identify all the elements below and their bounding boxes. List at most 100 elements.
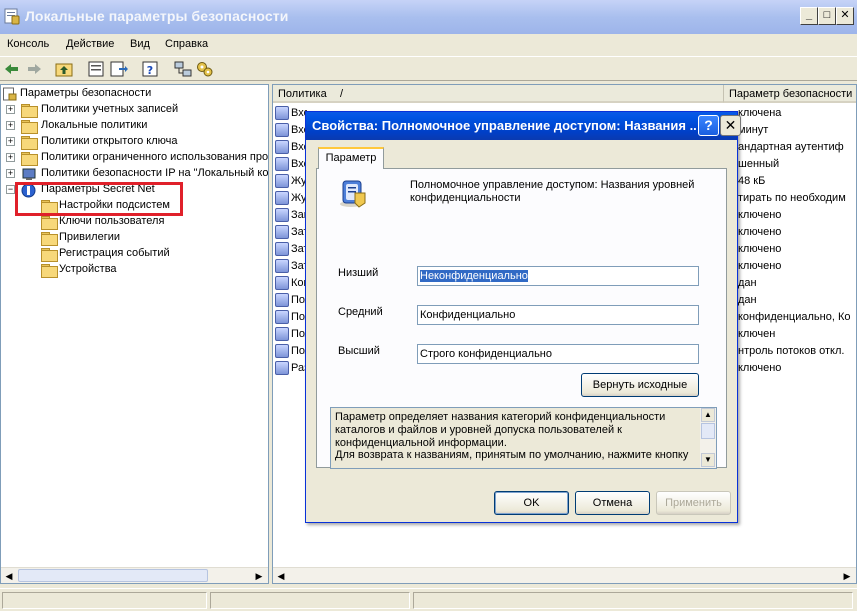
scroll-right-arrow-icon[interactable]: ▶: [252, 569, 266, 583]
policy-value: шенный: [738, 158, 780, 170]
expand-toggle[interactable]: +: [6, 169, 15, 178]
ip-security-icon: [22, 168, 36, 180]
policy-setting-icon: [275, 225, 289, 239]
scroll-up-arrow-icon[interactable]: ▲: [701, 408, 715, 422]
policy-value: конфиденциально, Ко: [738, 311, 851, 323]
menu-view[interactable]: Вид: [130, 38, 150, 50]
reset-defaults-button[interactable]: Вернуть исходные: [581, 373, 699, 397]
tree-item-label: Регистрация событий: [59, 247, 170, 259]
tree-item-software-restriction[interactable]: + Политики ограниченного использования п…: [1, 150, 268, 166]
policy-setting-icon: [275, 174, 289, 188]
menu-action[interactable]: Действие: [66, 38, 114, 50]
expand-toggle[interactable]: +: [6, 137, 15, 146]
policy-value: тирать по необходим: [738, 192, 846, 204]
tree-item-event-logging[interactable]: Регистрация событий: [1, 246, 268, 262]
folder-icon: [21, 136, 38, 150]
menu-bar: Консоль Действие Вид Справка: [0, 34, 857, 54]
high-level-input[interactable]: Строго конфиденциально: [417, 344, 699, 364]
status-bar: [0, 588, 857, 611]
expand-toggle[interactable]: +: [6, 153, 15, 162]
low-level-input[interactable]: Неконфиденциально: [417, 266, 699, 286]
properties-icon[interactable]: [86, 59, 106, 79]
settings-gears-icon[interactable]: [195, 59, 215, 79]
tree-item-privileges[interactable]: Привилегии: [1, 230, 268, 246]
policy-value: ключено: [738, 243, 782, 255]
list-horizontal-scrollbar[interactable]: ◀ ▶: [273, 567, 856, 583]
status-cell: [413, 592, 853, 609]
folder-icon: [21, 120, 38, 134]
scroll-left-arrow-icon[interactable]: ◀: [274, 569, 288, 583]
scroll-left-arrow-icon[interactable]: ◀: [2, 569, 16, 583]
menu-help[interactable]: Справка: [165, 38, 208, 50]
column-header-security-setting[interactable]: Параметр безопасности: [724, 85, 856, 103]
network-icon[interactable]: [173, 59, 193, 79]
policy-properties-icon: [340, 180, 366, 208]
expand-toggle[interactable]: +: [6, 105, 15, 114]
high-level-label: Высший: [338, 345, 380, 357]
policy-setting-icon: [275, 242, 289, 256]
close-button[interactable]: ✕: [836, 7, 854, 25]
back-arrow-icon[interactable]: [2, 59, 22, 79]
policy-value: минут: [738, 124, 769, 136]
description-box[interactable]: Параметр определяет названия категорий к…: [330, 407, 717, 469]
folder-icon: [21, 104, 38, 118]
tree-item-public-key[interactable]: + Политики открытого ключа: [1, 134, 268, 150]
expand-toggle[interactable]: +: [6, 121, 15, 130]
policy-setting-icon: [275, 123, 289, 137]
apply-button[interactable]: Применить: [656, 491, 731, 515]
tree-item-account-policies[interactable]: + Политики учетных записей: [1, 102, 268, 118]
scroll-down-arrow-icon[interactable]: ▼: [701, 453, 715, 467]
tree-item-label: Устройства: [59, 263, 117, 275]
policy-setting-icon: [275, 191, 289, 205]
dialog-title-bar[interactable]: Свойства: Полномочное управление доступо…: [306, 112, 741, 140]
scroll-thumb[interactable]: [701, 423, 715, 439]
minimize-button[interactable]: _: [800, 7, 818, 25]
maximize-button[interactable]: □: [818, 7, 836, 25]
tree-item-ip-security[interactable]: + Политики безопасности IP на "Локальный…: [1, 166, 268, 182]
tree-item-local-policies[interactable]: + Локальные политики: [1, 118, 268, 134]
mid-level-input[interactable]: Конфиденциально: [417, 305, 699, 325]
up-folder-icon[interactable]: [54, 59, 74, 79]
policy-setting-icon: [275, 327, 289, 341]
scroll-right-arrow-icon[interactable]: ▶: [840, 569, 854, 583]
policy-setting-icon: [275, 140, 289, 154]
tree-horizontal-scrollbar[interactable]: ◀ ▶: [1, 567, 268, 583]
tree-root-label: Параметры безопасности: [20, 87, 152, 99]
description-vertical-scrollbar[interactable]: ▲ ▼: [700, 408, 716, 468]
svg-text:?: ?: [147, 64, 153, 77]
tree-item-label: Политики учетных записей: [41, 103, 179, 115]
policy-setting-icon: [275, 361, 289, 375]
policy-value: нтроль потоков откл.: [738, 345, 845, 357]
low-level-value: Неконфиденциально: [420, 270, 528, 282]
policy-heading: Полномочное управление доступом: Названи…: [410, 179, 695, 204]
folder-icon: [41, 264, 58, 278]
tab-panel: Полномочное управление доступом: Названи…: [316, 168, 727, 469]
policy-setting-icon: [275, 208, 289, 222]
menu-console[interactable]: Консоль: [7, 38, 49, 50]
policy-value: ключено: [738, 226, 782, 238]
status-cell: [210, 592, 410, 609]
forward-arrow-icon[interactable]: [24, 59, 44, 79]
folder-icon: [41, 216, 58, 230]
tab-parameter[interactable]: Параметр: [318, 147, 384, 169]
tree-root[interactable]: Параметры безопасности: [3, 86, 263, 102]
collapse-toggle[interactable]: −: [6, 185, 15, 194]
folder-icon: [21, 152, 38, 166]
window-title: Локальные параметры безопасности: [25, 8, 289, 24]
tree-item-devices[interactable]: Устройства: [1, 262, 268, 278]
tree-item-user-keys[interactable]: Ключи пользователя: [1, 214, 268, 230]
low-level-label: Низший: [338, 267, 379, 279]
export-list-icon[interactable]: [108, 59, 128, 79]
policy-value: дан: [738, 277, 757, 289]
dialog-close-button[interactable]: ✕: [720, 115, 741, 136]
scroll-thumb[interactable]: [18, 569, 208, 582]
ok-button[interactable]: OK: [494, 491, 569, 515]
mid-level-label: Средний: [338, 306, 383, 318]
policy-value: андартная аутентиф: [738, 141, 844, 153]
dialog-help-button[interactable]: ?: [698, 115, 719, 136]
policy-setting-icon: [275, 344, 289, 358]
help-icon[interactable]: ?: [140, 59, 160, 79]
tree-pane[interactable]: Параметры безопасности + Политики учетны…: [0, 84, 269, 584]
cancel-button[interactable]: Отмена: [575, 491, 650, 515]
column-header-policy[interactable]: Политика /: [273, 85, 724, 103]
